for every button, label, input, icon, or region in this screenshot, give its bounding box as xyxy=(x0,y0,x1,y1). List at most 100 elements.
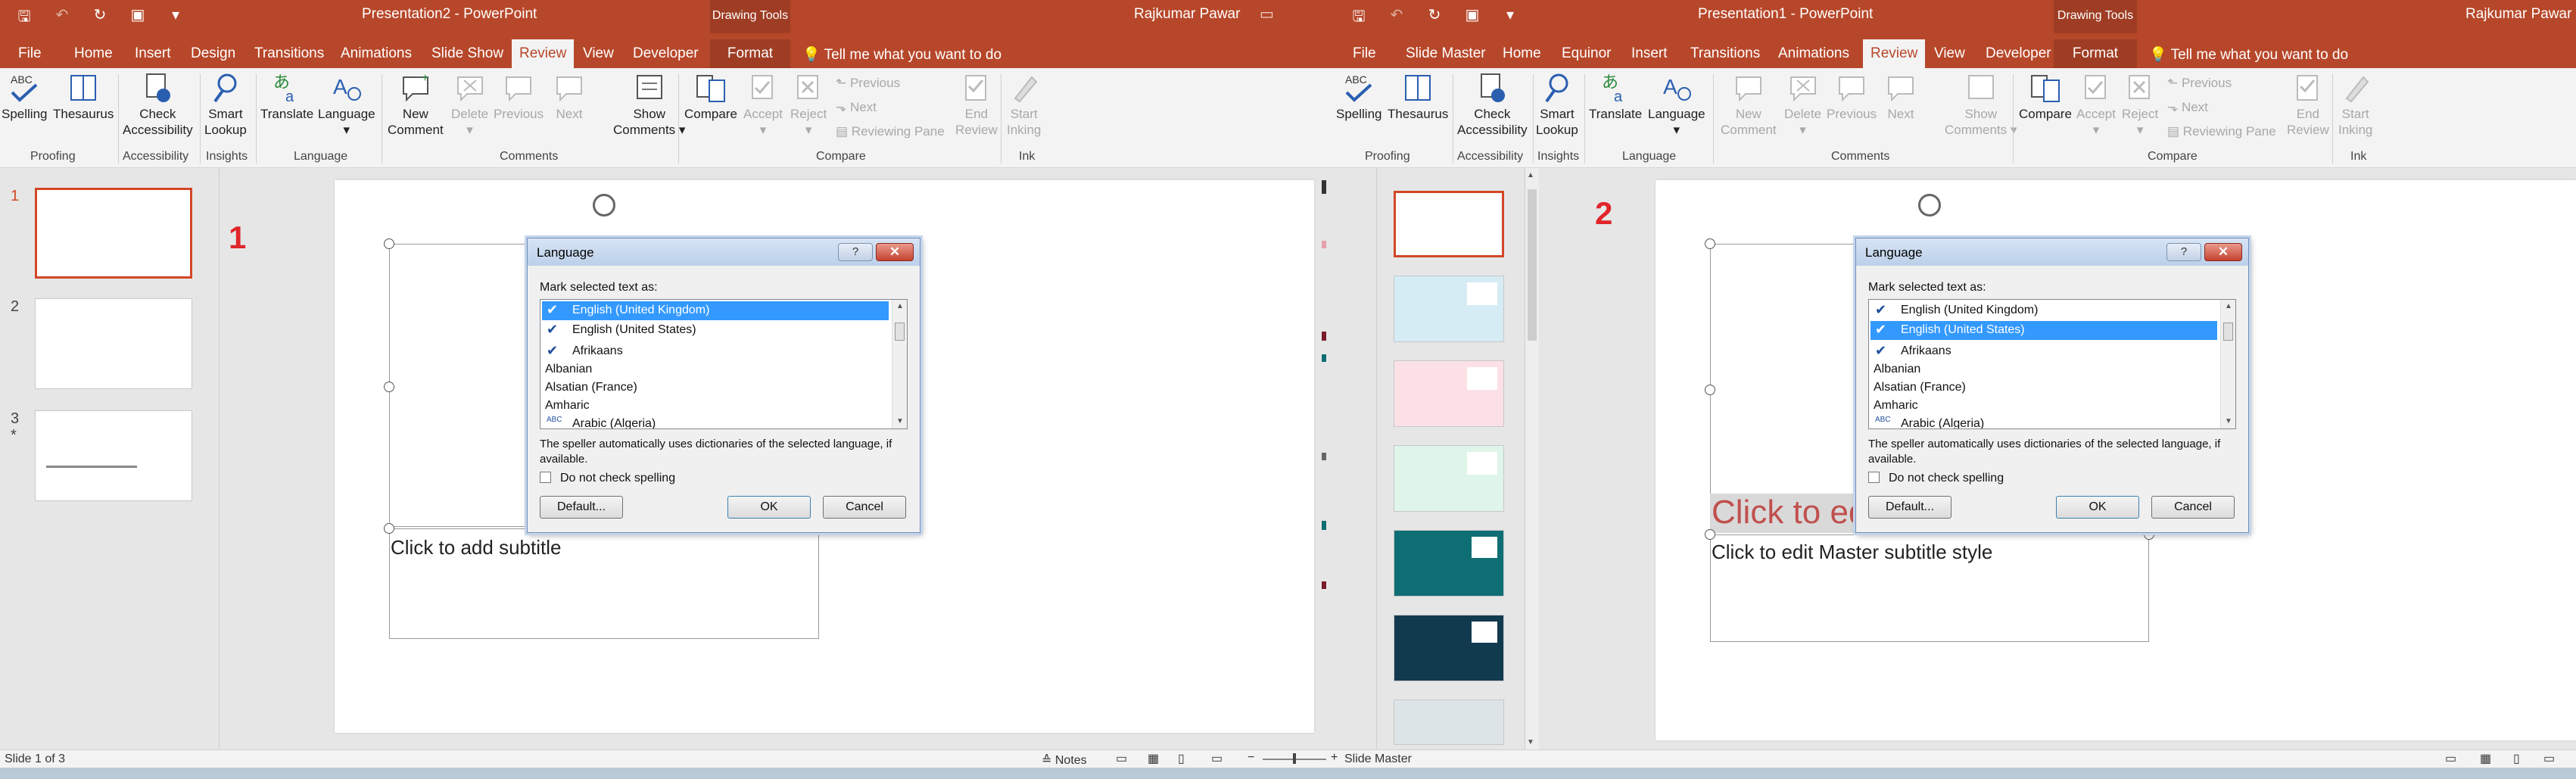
tab-transitions[interactable]: Transitions xyxy=(247,39,332,68)
tab-view[interactable]: View xyxy=(575,39,621,68)
user-name[interactable]: Rajkumar Pawar xyxy=(2465,6,2571,23)
thesaurus-button[interactable]: Thesaurus xyxy=(1388,71,1448,122)
scroll-down-icon[interactable]: ▼ xyxy=(1527,738,1534,746)
cancel-button[interactable]: Cancel xyxy=(2151,496,2235,519)
tab-transitions[interactable]: Transitions xyxy=(1683,39,1768,68)
new-comment-button[interactable]: + New Comment xyxy=(388,71,444,138)
next-change-button[interactable]: ⬎ Next xyxy=(836,100,877,115)
tab-format[interactable]: Format xyxy=(710,39,790,68)
tab-view[interactable]: View xyxy=(1927,39,1973,68)
reading-view-icon[interactable]: ▯ xyxy=(1178,751,1185,766)
resize-handle[interactable] xyxy=(384,382,394,392)
default-button[interactable]: Default... xyxy=(1868,496,1951,519)
slideshow-icon[interactable]: ▭ xyxy=(2543,751,2555,766)
layout-thumbnail[interactable] xyxy=(1394,530,1504,597)
slide-sorter-icon[interactable]: ▦ xyxy=(1148,751,1159,766)
tab-animations[interactable]: Animations xyxy=(1771,39,1857,68)
scroll-up-icon[interactable]: ▲ xyxy=(2221,300,2235,313)
subtitle-text[interactable]: Click to edit Master subtitle style xyxy=(1712,541,1992,564)
tab-developer[interactable]: Developer xyxy=(625,39,706,68)
present-icon[interactable]: ▣ xyxy=(127,5,148,31)
previous-comment-button[interactable]: Previous xyxy=(494,71,544,122)
scroll-up-icon[interactable]: ▲ xyxy=(1527,171,1534,179)
show-comments-button[interactable]: Show Comments ▾ xyxy=(613,71,685,138)
layout-thumbnail[interactable] xyxy=(1394,615,1504,681)
cancel-button[interactable]: Cancel xyxy=(823,496,906,519)
language-button[interactable]: A Language ▾ xyxy=(318,71,375,138)
normal-view-icon[interactable]: ▭ xyxy=(2445,751,2456,766)
accept-button[interactable]: Accept ▾ xyxy=(743,71,783,138)
scroll-thumb[interactable] xyxy=(2223,323,2233,341)
list-item[interactable]: ✔ English (United States) xyxy=(542,321,889,340)
list-item[interactable]: ✔ English (United Kingdom) xyxy=(542,301,889,320)
do-not-check-spelling-checkbox[interactable]: Do not check spelling xyxy=(1868,472,2004,485)
resize-handle[interactable] xyxy=(1705,385,1715,395)
ribbon-display-icon[interactable]: ▭ xyxy=(1260,5,1274,23)
end-review-button[interactable]: End Review xyxy=(955,71,998,138)
close-button[interactable]: ✕ xyxy=(876,243,914,261)
list-item[interactable]: ✔ English (United Kingdom) xyxy=(1870,301,2217,320)
list-scrollbar[interactable]: ▲ ▼ xyxy=(892,300,907,428)
list-item[interactable]: Amharic xyxy=(1870,397,2217,416)
layout-thumbnail[interactable] xyxy=(1394,360,1504,427)
save-icon[interactable]: 🖫 xyxy=(1348,5,1369,31)
tab-review[interactable]: Review xyxy=(1863,39,1926,68)
tab-home[interactable]: Home xyxy=(67,39,120,68)
reviewing-pane-button[interactable]: ▤ Reviewing Pane xyxy=(2167,124,2276,139)
undo-icon[interactable]: ↶ xyxy=(51,5,73,31)
previous-comment-button[interactable]: Previous xyxy=(1827,71,1877,122)
tab-equinor[interactable]: Equinor xyxy=(1554,39,1619,68)
scroll-thumb[interactable] xyxy=(1528,189,1537,341)
slideshow-icon[interactable]: ▭ xyxy=(1211,751,1223,766)
ok-button[interactable]: OK xyxy=(727,496,811,519)
tab-insert[interactable]: Insert xyxy=(1624,39,1675,68)
end-review-button[interactable]: End Review xyxy=(2287,71,2329,138)
notes-button[interactable]: ≙ Notes xyxy=(1042,753,1087,768)
redo-icon[interactable]: ↻ xyxy=(1424,5,1445,31)
resize-handle[interactable] xyxy=(384,238,394,249)
previous-change-button[interactable]: ⬑ Previous xyxy=(2167,76,2232,91)
tab-file[interactable]: File xyxy=(11,39,49,68)
reject-button[interactable]: Reject ▾ xyxy=(2122,71,2158,138)
slide-thumbnail-3[interactable] xyxy=(35,410,192,501)
help-button[interactable]: ? xyxy=(838,243,873,261)
delete-comment-button[interactable]: Delete ▾ xyxy=(1784,71,1821,138)
next-comment-button[interactable]: Next xyxy=(553,71,586,122)
translate-button[interactable]: あa Translate xyxy=(1589,71,1642,122)
tab-design[interactable]: Design xyxy=(183,39,243,68)
compare-button[interactable]: Compare xyxy=(684,71,737,122)
resize-handle[interactable] xyxy=(1705,238,1715,249)
redo-icon[interactable]: ↻ xyxy=(89,5,111,31)
start-inking-button[interactable]: Start Inking xyxy=(2338,71,2372,138)
rotate-handle-icon[interactable] xyxy=(593,194,615,217)
tab-format[interactable]: Format xyxy=(2054,39,2137,68)
title-text[interactable]: Click to ed xyxy=(1712,494,1867,531)
language-button[interactable]: A Language ▾ xyxy=(1648,71,1705,138)
tab-file[interactable]: File xyxy=(1345,39,1384,68)
scroll-up-icon[interactable]: ▲ xyxy=(892,300,907,313)
slide-sorter-icon[interactable]: ▦ xyxy=(2480,751,2491,766)
list-item[interactable]: Alsatian (France) xyxy=(1870,379,2217,397)
list-item[interactable]: Amharic xyxy=(542,397,889,416)
list-item[interactable]: ABC Arabic (Algeria) xyxy=(542,415,889,428)
language-list[interactable]: ✔ English (United Kingdom) ✔ English (Unit… xyxy=(1868,299,2236,429)
zoom-in-icon[interactable]: + xyxy=(1331,751,1338,765)
checkbox-box[interactable] xyxy=(540,472,551,483)
tab-slide-show[interactable]: Slide Show xyxy=(424,39,511,68)
list-item[interactable]: ✔ Afrikaans xyxy=(542,342,889,361)
language-list[interactable]: ✔ English (United Kingdom) ✔ English (Unit… xyxy=(540,299,908,429)
resize-handle[interactable] xyxy=(384,523,394,534)
customize-qat-icon[interactable]: ▾ xyxy=(165,5,186,31)
list-item[interactable]: ABC Arabic (Algeria) xyxy=(1870,415,2217,428)
new-comment-button[interactable]: New Comment xyxy=(1721,71,1777,138)
resize-handle[interactable] xyxy=(1705,529,1715,540)
list-item[interactable]: Alsatian (France) xyxy=(542,379,889,397)
layout-thumbnail[interactable] xyxy=(1394,191,1504,257)
thesaurus-button[interactable]: Thesaurus xyxy=(53,71,114,122)
smart-lookup-button[interactable]: Smart Lookup xyxy=(204,71,247,138)
undo-icon[interactable]: ↶ xyxy=(1386,5,1407,31)
spelling-button[interactable]: ABC Spelling xyxy=(2,71,48,122)
translate-button[interactable]: あa Translate xyxy=(260,71,313,122)
reject-button[interactable]: Reject ▾ xyxy=(790,71,827,138)
show-comments-button[interactable]: Show Comments ▾ xyxy=(1945,71,2017,138)
